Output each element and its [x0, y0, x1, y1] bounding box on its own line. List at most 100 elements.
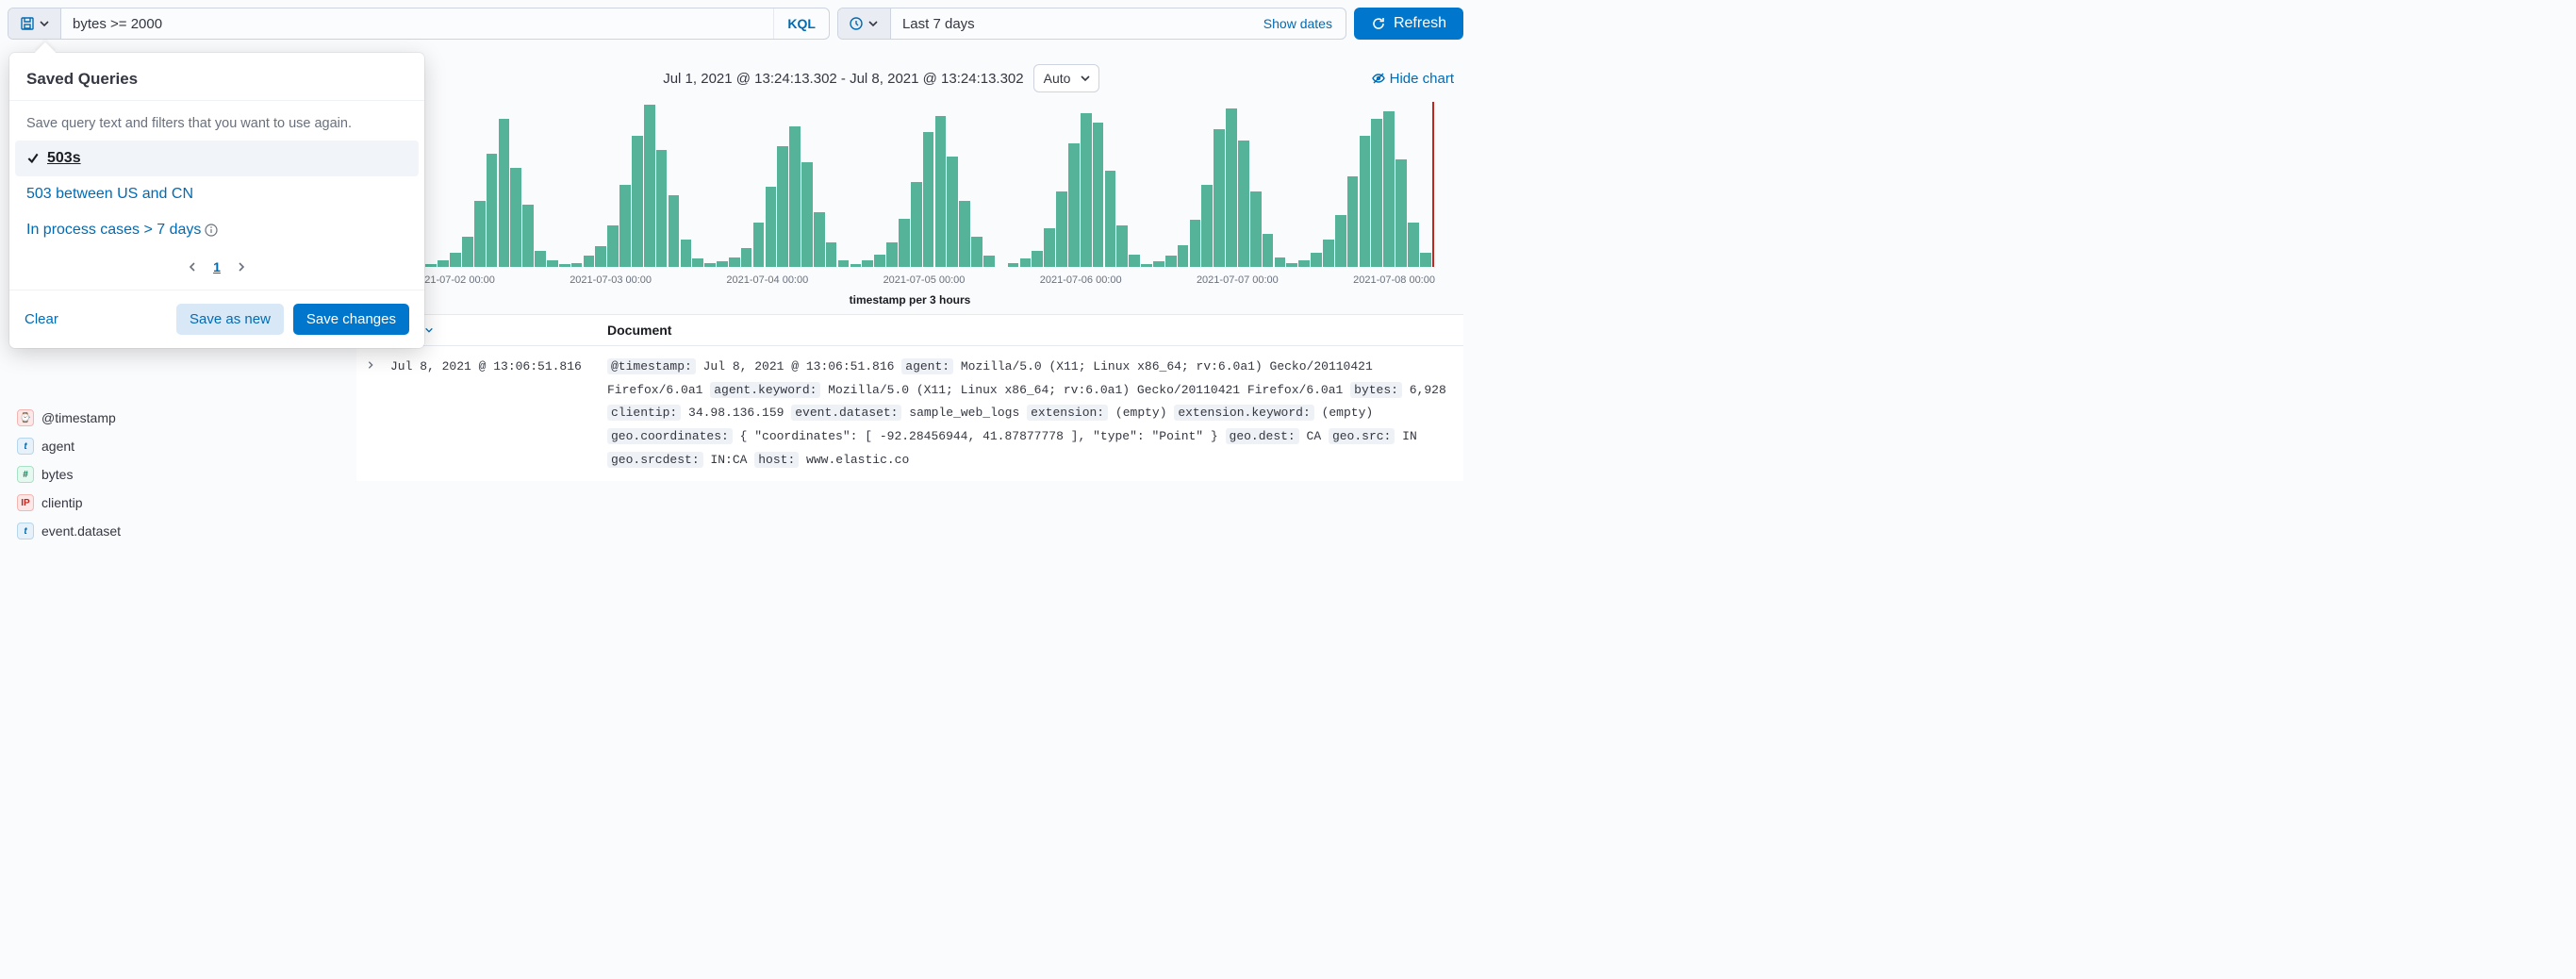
saved-query-toggle[interactable] — [8, 8, 61, 39]
date-range-text[interactable]: Last 7 days — [891, 8, 1250, 39]
histogram-bar[interactable] — [1020, 258, 1032, 267]
histogram-bar[interactable] — [874, 255, 885, 267]
histogram-bar[interactable] — [826, 242, 837, 267]
histogram-bar[interactable] — [1360, 136, 1371, 267]
histogram-bar[interactable] — [1238, 141, 1249, 267]
clear-button[interactable]: Clear — [25, 311, 58, 327]
histogram-bar[interactable] — [1286, 263, 1297, 267]
histogram-bar[interactable] — [1201, 185, 1213, 268]
histogram-bar[interactable] — [1311, 253, 1322, 267]
saved-query-item[interactable]: In process cases > 7 days — [15, 212, 419, 248]
histogram-bar[interactable] — [607, 225, 619, 267]
histogram-bar[interactable] — [1044, 228, 1055, 267]
histogram-bar[interactable] — [692, 258, 703, 267]
pager-page[interactable]: 1 — [213, 259, 221, 274]
histogram-bar[interactable] — [801, 162, 813, 267]
show-dates-button[interactable]: Show dates — [1250, 8, 1346, 39]
histogram-bar[interactable] — [704, 263, 716, 267]
histogram-bar[interactable] — [862, 260, 873, 267]
histogram-bar[interactable] — [729, 257, 740, 267]
histogram-bar[interactable] — [1323, 240, 1334, 267]
histogram-bar[interactable] — [1032, 251, 1043, 268]
histogram-bar[interactable] — [1347, 176, 1359, 267]
histogram-bar[interactable] — [669, 195, 680, 267]
histogram-bar[interactable] — [584, 256, 595, 267]
histogram-bar[interactable] — [1250, 191, 1262, 267]
histogram-bar[interactable] — [911, 182, 922, 267]
histogram-bar[interactable] — [850, 264, 862, 267]
histogram-bar[interactable] — [1165, 256, 1177, 267]
histogram-bar[interactable] — [983, 256, 995, 267]
histogram-bar[interactable] — [438, 260, 449, 267]
histogram-bar[interactable] — [899, 219, 910, 267]
histogram-bar[interactable] — [1395, 159, 1407, 267]
histogram-bar[interactable] — [1335, 215, 1346, 267]
expand-row-toggle[interactable] — [366, 356, 390, 379]
histogram-bar[interactable] — [1093, 123, 1104, 267]
histogram-bar[interactable] — [644, 105, 655, 267]
histogram-bar[interactable] — [450, 253, 461, 267]
histogram-bar[interactable] — [753, 223, 765, 267]
histogram-bar[interactable] — [1116, 225, 1128, 267]
histogram-bar[interactable] — [1214, 129, 1225, 267]
field-row[interactable]: tevent.dataset — [8, 517, 356, 545]
query-input[interactable] — [61, 8, 773, 39]
histogram-bar[interactable] — [1263, 234, 1274, 267]
histogram-bar[interactable] — [971, 237, 983, 267]
interval-select[interactable]: Auto — [1033, 64, 1100, 92]
histogram-bar[interactable] — [1383, 111, 1395, 267]
histogram-bar[interactable] — [559, 264, 570, 267]
saved-query-item[interactable]: 503 between US and CN — [15, 176, 419, 212]
histogram-bar[interactable] — [522, 205, 534, 267]
histogram-bar[interactable] — [487, 154, 498, 267]
histogram-bar[interactable] — [535, 251, 546, 268]
histogram-bar[interactable] — [1226, 108, 1237, 267]
histogram-bar[interactable] — [1153, 261, 1164, 267]
histogram-chart[interactable]: 2021-07-02 00:002021-07-03 00:002021-07-… — [356, 92, 1463, 314]
histogram-bar[interactable] — [1298, 260, 1310, 267]
histogram-bar[interactable] — [717, 261, 728, 267]
histogram-bar[interactable] — [1056, 191, 1067, 267]
save-as-new-button[interactable]: Save as new — [176, 304, 284, 335]
histogram-bar[interactable] — [959, 201, 970, 267]
histogram-bar[interactable] — [1081, 113, 1092, 267]
histogram-bar[interactable] — [886, 242, 898, 267]
histogram-bar[interactable] — [1068, 143, 1080, 267]
histogram-bar[interactable] — [619, 185, 631, 268]
histogram-bar[interactable] — [741, 248, 752, 267]
field-row[interactable]: IPclientip — [8, 489, 356, 517]
histogram-bar[interactable] — [777, 146, 788, 267]
histogram-bar[interactable] — [499, 119, 510, 268]
field-row[interactable]: tagent — [8, 432, 356, 460]
histogram-bar[interactable] — [595, 246, 606, 267]
refresh-button[interactable]: Refresh — [1354, 8, 1463, 40]
field-row[interactable]: ⌚@timestamp — [8, 404, 356, 432]
date-quick-toggle[interactable] — [838, 8, 891, 39]
histogram-bar[interactable] — [474, 201, 486, 267]
histogram-bar[interactable] — [656, 150, 668, 267]
kql-toggle[interactable]: KQL — [773, 8, 829, 39]
histogram-bar[interactable] — [947, 157, 958, 267]
histogram-bar[interactable] — [571, 263, 583, 267]
histogram-bar[interactable] — [632, 136, 643, 267]
histogram-bar[interactable] — [1105, 171, 1116, 267]
histogram-bar[interactable] — [510, 168, 521, 267]
histogram-bar[interactable] — [425, 264, 437, 267]
histogram-bar[interactable] — [547, 260, 558, 267]
saved-query-item[interactable]: 503s — [15, 141, 419, 176]
pager-next[interactable] — [236, 261, 247, 273]
histogram-bar[interactable] — [935, 116, 947, 267]
histogram-bar[interactable] — [923, 132, 934, 267]
pager-prev[interactable] — [187, 261, 198, 273]
save-changes-button[interactable]: Save changes — [293, 304, 409, 335]
histogram-bar[interactable] — [766, 187, 777, 267]
histogram-bar[interactable] — [462, 237, 473, 267]
histogram-bar[interactable] — [789, 126, 801, 267]
histogram-bar[interactable] — [1420, 253, 1431, 267]
histogram-bar[interactable] — [681, 240, 692, 267]
field-row[interactable]: #bytes — [8, 460, 356, 489]
hide-chart-button[interactable]: Hide chart — [1371, 71, 1454, 87]
histogram-bar[interactable] — [1275, 257, 1286, 267]
histogram-bar[interactable] — [1008, 263, 1019, 267]
histogram-bar[interactable] — [1371, 119, 1382, 268]
